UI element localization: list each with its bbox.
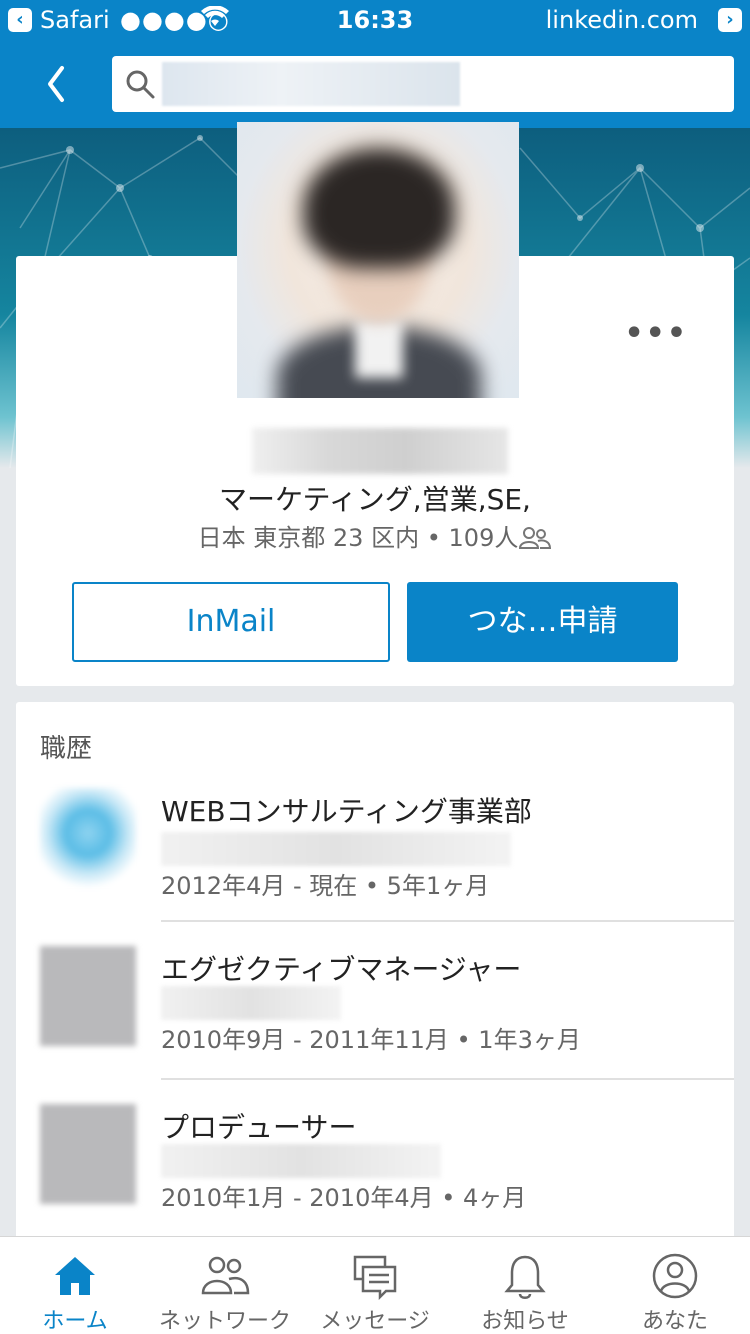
home-icon [55,1257,95,1295]
company-name-redacted [161,986,341,1020]
profile-location: 日本 東京都 23 区内 [197,524,420,552]
job-title: プロデューサー [161,1111,357,1144]
tab-network[interactable]: ネットワーク [150,1237,300,1334]
search-query-redacted [162,62,460,106]
job-dates: 2012年4月 - 現在 • 5年1ヶ月 [161,872,490,900]
profile-location-line: 日本 東京都 23 区内 • 109人 [16,518,734,553]
job-dates: 2010年9月 - 2011年11月 • 1年3ヶ月 [161,1026,581,1054]
inmail-button[interactable]: InMail [72,582,390,662]
job-title: WEBコンサルティング事業部 [161,795,532,828]
profile-headline: マーケティング,営業,SE, [219,483,531,516]
status-bar: ‹ Safari ●●●●○ 16:33 linkedin.com › [0,0,750,40]
search-input[interactable] [112,56,734,112]
company-name-redacted [161,832,511,866]
company-logo [40,1104,136,1204]
search-icon [126,70,155,99]
network-icon [201,1256,250,1295]
company-logo [40,946,136,1046]
messages-icon [353,1255,397,1301]
experience-item[interactable]: エグゼクティブマネージャー 2010年9月 - 2011年11月 • 1年3ヶ月 [16,934,734,1090]
tab-label: ホーム [42,1309,108,1334]
forward-to-site-icon[interactable]: › [718,8,742,32]
tab-label: あなた [641,1309,708,1334]
profile-name-redacted [252,428,508,474]
tab-label: ネットワーク [158,1309,291,1334]
divider [161,920,734,922]
experience-card: 職歴 WEBコンサルティング事業部 2012年4月 - 現在 • 5年1ヶ月 エ… [16,702,734,1262]
experience-title: 職歴 [40,734,93,764]
tab-bar: ホーム ネットワーク メッセージ お知らせ あなた [0,1236,750,1334]
experience-item[interactable]: WEBコンサルティング事業部 2012年4月 - 現在 • 5年1ヶ月 [16,776,734,932]
tab-home[interactable]: ホーム [0,1237,150,1334]
connections-count[interactable]: 109人 [449,524,519,552]
profile-icon [652,1253,698,1299]
company-logo [40,788,136,888]
job-dates: 2010年1月 - 2010年4月 • 4ヶ月 [161,1184,527,1212]
divider [161,1078,734,1080]
back-icon[interactable] [38,56,78,112]
profile-photo[interactable] [237,122,519,398]
tab-notifications[interactable]: お知らせ [450,1237,600,1334]
tab-label: お知らせ [481,1309,569,1334]
tab-me[interactable]: あなた [600,1237,750,1334]
more-options-icon[interactable]: ••• [624,316,688,351]
bell-icon [504,1255,546,1299]
experience-item[interactable]: プロデューサー 2010年1月 - 2010年4月 • 4ヶ月 [16,1092,734,1248]
tab-messages[interactable]: メッセージ [300,1237,450,1334]
status-site: linkedin.com [545,6,698,34]
separator-dot: • [426,524,449,552]
connect-request-button[interactable]: つな…申請 [407,582,678,662]
tab-label: メッセージ [320,1309,430,1334]
job-title: エグゼクティブマネージャー [161,953,522,986]
nav-bar [0,40,750,128]
company-name-redacted [161,1144,441,1178]
people-icon [519,527,552,549]
